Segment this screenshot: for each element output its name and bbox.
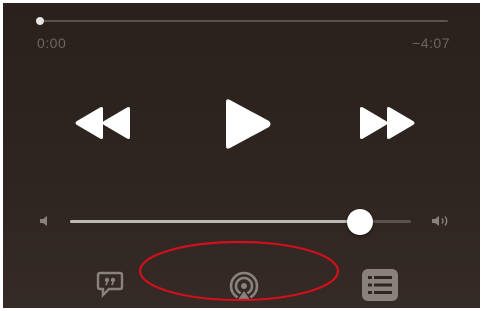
now-playing-panel: 0:00 −4:07 [3, 3, 480, 308]
airplay-button[interactable] [228, 271, 260, 303]
elapsed-time: 0:00 [37, 35, 67, 51]
rewind-icon [75, 107, 130, 139]
progress-scrubber[interactable] [36, 17, 448, 25]
lyrics-icon [96, 271, 124, 298]
queue-button[interactable] [361, 268, 399, 302]
rewind-button[interactable] [74, 105, 132, 141]
volume-high-icon [432, 216, 448, 226]
play-icon [226, 99, 271, 149]
progress-track [39, 20, 448, 22]
fast-forward-icon [360, 107, 415, 139]
remaining-time: −4:07 [412, 35, 450, 51]
airplay-icon [229, 271, 259, 302]
volume-low-icon [40, 216, 47, 226]
queue-list-icon [362, 269, 398, 301]
volume-knob[interactable] [347, 209, 373, 235]
fast-forward-button[interactable] [358, 105, 416, 141]
volume-slider[interactable] [70, 209, 411, 235]
lyrics-button[interactable] [95, 270, 125, 298]
play-button[interactable] [222, 98, 272, 150]
volume-fill [70, 220, 360, 223]
progress-knob[interactable] [36, 17, 44, 25]
